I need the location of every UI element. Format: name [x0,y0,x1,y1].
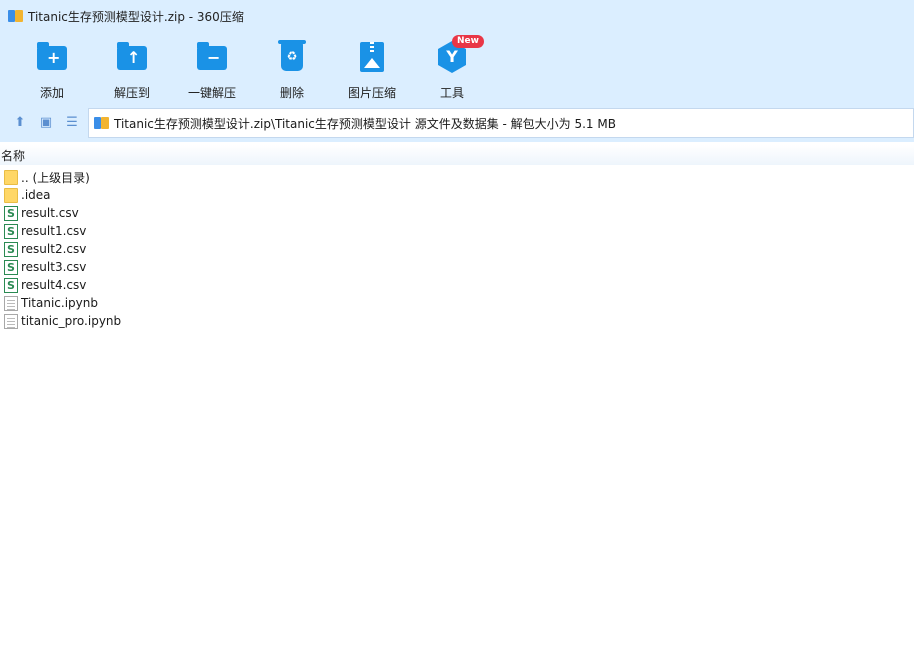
file-name: .idea [21,188,51,202]
spreadsheet-icon: S [4,277,18,293]
file-name: result3.csv [21,260,87,274]
tools-hexagon-icon: Y New [435,35,484,74]
file-name: .. (上级目录) [21,170,90,185]
column-header: 名称 [0,145,914,165]
add-button[interactable]: + 添加 [12,38,92,100]
document-icon [4,295,18,311]
tools-button[interactable]: Y New 工具 [412,35,492,100]
add-folder-icon: + [35,40,69,74]
address-path: Titanic生存预测模型设计.zip\Titanic生存预测模型设计 源文件及… [114,116,616,131]
image-compress-label: 图片压缩 [347,86,396,100]
folder-icon [4,187,18,203]
list-item-parent-dir[interactable]: .. (上级目录) [0,168,914,186]
file-name: result2.csv [21,242,87,256]
list-item-titanic-ipynb[interactable]: Titanic.ipynb [0,294,914,312]
spreadsheet-icon: S [4,259,18,275]
file-list: .. (上级目录) .idea S result.csv S result1.c… [0,168,914,330]
up-arrow-icon[interactable]: ⬆ [12,115,28,131]
document-icon [4,313,18,329]
list-view-icon[interactable]: ☰ [64,115,80,131]
delete-button[interactable]: ♻ 删除 [252,38,332,100]
image-zip-icon [355,40,389,74]
list-item-titanic-pro-ipynb[interactable]: titanic_pro.ipynb [0,312,914,330]
extract-to-button[interactable]: ↑ 解压到 [92,38,172,100]
list-item-idea[interactable]: .idea [0,186,914,204]
spreadsheet-icon: S [4,223,18,239]
archive-app-icon [8,9,24,23]
spreadsheet-icon: S [4,205,18,221]
toolbar: + 添加 ↑ 解压到 − 一键解压 ♻ 删除 图片压缩 Y New 工具 [0,32,914,106]
list-item-result-csv[interactable]: S result.csv [0,204,914,222]
list-item-result4-csv[interactable]: S result4.csv [0,276,914,294]
list-item-result2-csv[interactable]: S result2.csv [0,240,914,258]
add-label: 添加 [39,86,64,100]
file-name: Titanic.ipynb [21,296,98,310]
folder-icon [4,169,18,185]
recycle-bin-icon: ♻ [275,40,309,74]
file-name: result.csv [21,206,79,220]
delete-label: 删除 [279,86,304,100]
name-column-header[interactable]: 名称 [1,147,25,164]
title-bar: Titanic生存预测模型设计.zip - 360压缩 [0,0,914,32]
thumbnail-view-icon[interactable]: ▣ [38,115,54,131]
address-row: ⬆ ▣ ☰ Titanic生存预测模型设计.zip\Titanic生存预测模型设… [0,106,914,142]
extract-to-label: 解压到 [113,86,150,100]
image-compress-button[interactable]: 图片压缩 [332,38,412,100]
spreadsheet-icon: S [4,241,18,257]
address-bar[interactable]: Titanic生存预测模型设计.zip\Titanic生存预测模型设计 源文件及… [88,108,914,138]
one-click-extract-label: 一键解压 [187,86,236,100]
file-name: result4.csv [21,278,87,292]
file-name: titanic_pro.ipynb [21,314,122,328]
tools-label: 工具 [439,86,464,100]
list-item-result3-csv[interactable]: S result3.csv [0,258,914,276]
archive-path-icon [94,116,110,130]
one-click-folder-icon: − [195,40,229,74]
window-title: Titanic生存预测模型设计.zip - 360压缩 [28,9,244,24]
list-item-result1-csv[interactable]: S result1.csv [0,222,914,240]
file-name: result1.csv [21,224,87,238]
new-badge: New [452,35,484,48]
extract-folder-icon: ↑ [115,40,149,74]
one-click-extract-button[interactable]: − 一键解压 [172,38,252,100]
